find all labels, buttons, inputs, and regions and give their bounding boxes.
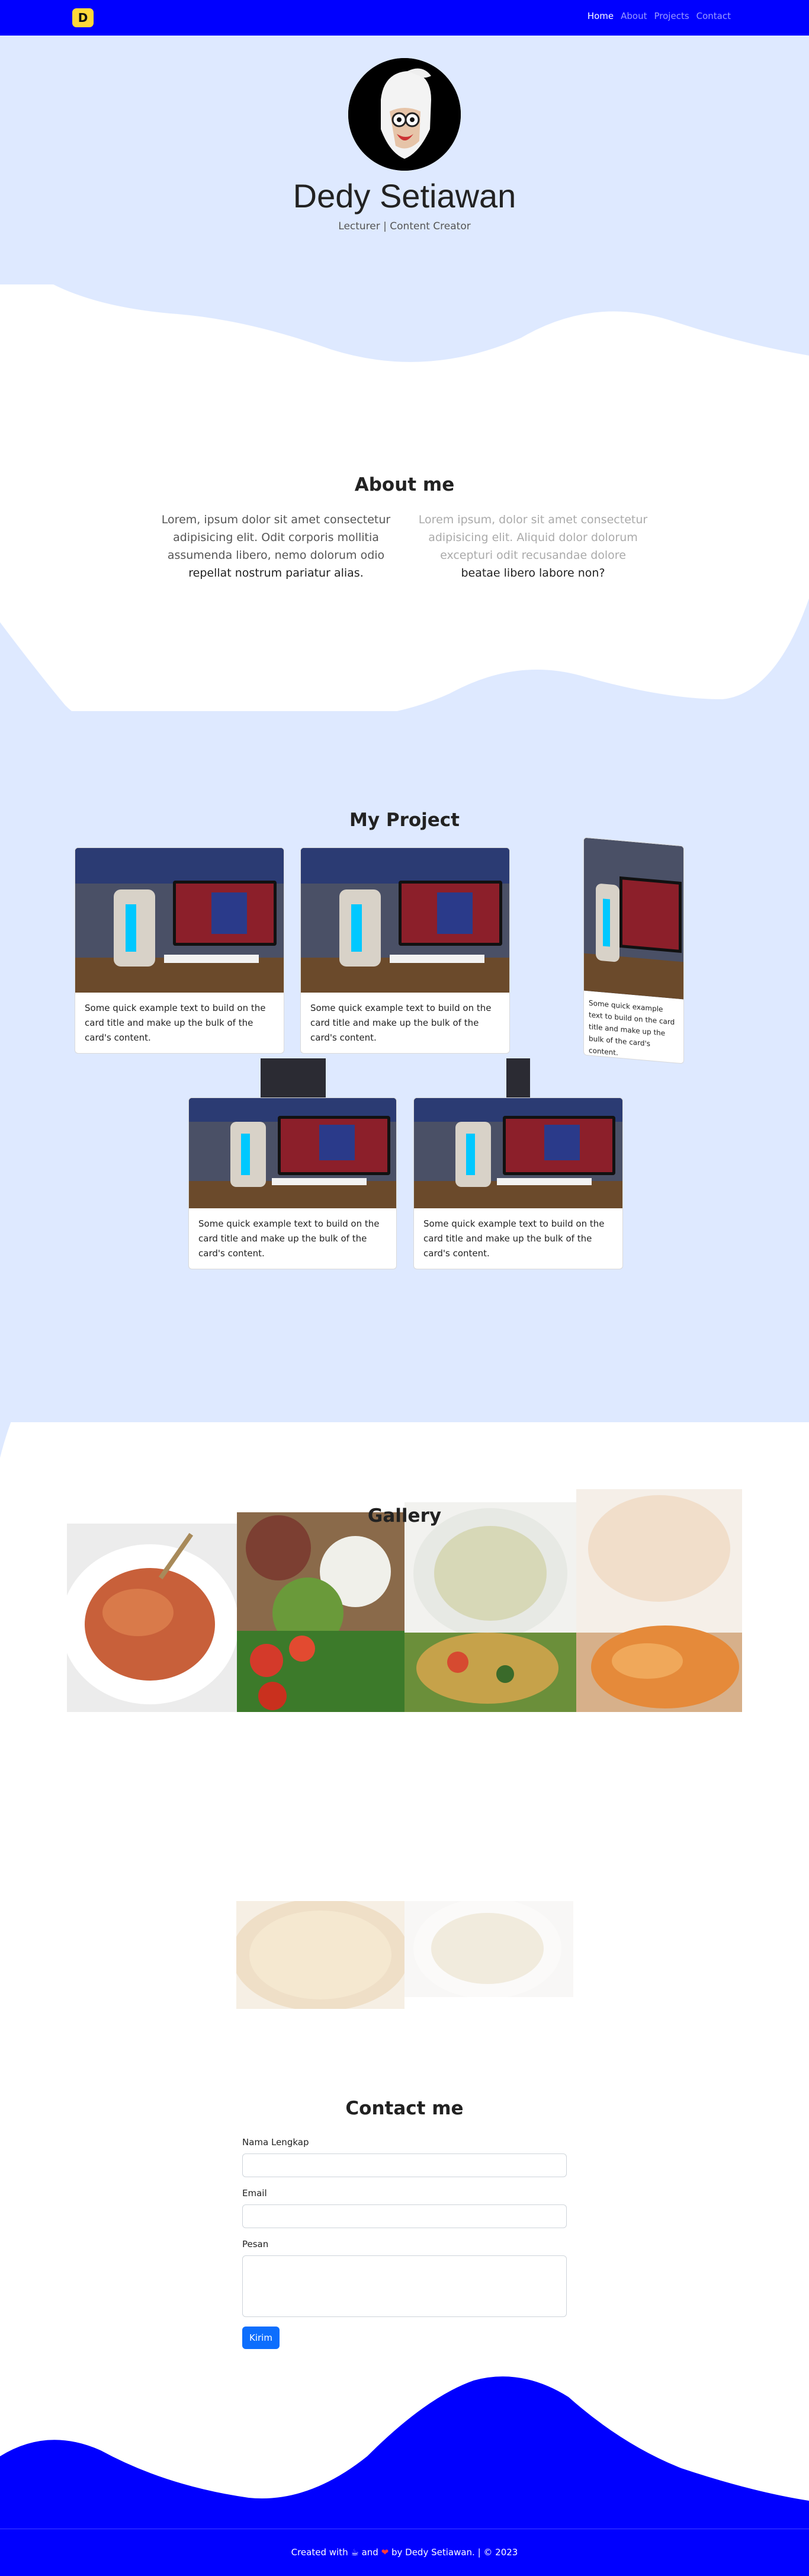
nav-contact-link[interactable]: Contact — [696, 11, 731, 21]
project-card-image — [75, 848, 284, 993]
hero-wave — [0, 279, 809, 362]
project-card[interactable]: Some quick example text to build on the … — [188, 1097, 397, 1269]
footer-by: by Dedy Setiawan. | © 2023 — [391, 2547, 518, 2558]
footer-wave — [0, 2376, 809, 2529]
about-left-body: Lorem, ipsum dolor sit amet consectetur … — [161, 513, 391, 562]
gallery-image-fusilli[interactable] — [404, 1502, 576, 1712]
name-input[interactable] — [242, 2153, 567, 2177]
heart-icon: ❤ — [381, 2547, 389, 2558]
footer-created: Created with — [291, 2547, 348, 2558]
email-label: Email — [242, 2188, 267, 2199]
name-label: Nama Lengkap — [242, 2137, 309, 2148]
hero-name: Dedy Setiawan — [293, 177, 516, 215]
project-card-text: Some quick example text to build on the … — [589, 999, 675, 1057]
nav-about-link[interactable]: About — [621, 11, 647, 21]
nav-projects-link[interactable]: Projects — [654, 11, 689, 21]
message-textarea[interactable] — [242, 2255, 567, 2317]
message-label: Pesan — [242, 2239, 269, 2249]
project-card-image — [584, 837, 683, 1000]
navbar: D Home About Projects Contact — [0, 0, 809, 36]
project-card-text: Some quick example text to build on the … — [310, 1003, 492, 1043]
gallery-title: Gallery — [367, 1505, 442, 1527]
project-card-image — [301, 848, 509, 993]
hero-subtitle: Lecturer | Content Creator — [338, 220, 471, 232]
project-card-text: Some quick example text to build on the … — [198, 1218, 380, 1259]
project-card-text: Some quick example text to build on the … — [423, 1218, 605, 1259]
gallery-image-salad[interactable] — [237, 1512, 404, 1712]
footer: Created with ☕ and ❤ by Dedy Setiawan. |… — [0, 2529, 809, 2576]
project-card[interactable]: Some quick example text to build on the … — [300, 847, 510, 1054]
hero-section: Dedy Setiawan Lecturer | Content Creator — [0, 36, 809, 284]
projects-title: My Project — [349, 809, 460, 831]
submit-button[interactable]: Kirim — [242, 2327, 280, 2349]
contact-title: Contact me — [345, 2098, 464, 2119]
project-card[interactable]: Some quick example text to build on the … — [75, 847, 284, 1054]
project-card[interactable]: Some quick example text to build on the … — [413, 1097, 623, 1269]
projects-wave — [0, 1327, 809, 1458]
about-left-strong: repellat nostrum pariatur alias. — [188, 567, 364, 580]
nav-links: Home About Projects Contact — [588, 11, 731, 21]
about-right-body: Lorem ipsum, dolor sit amet consectetur … — [418, 513, 648, 562]
about-right-strong: beatae libero labore non? — [461, 567, 605, 580]
nav-home-link[interactable]: Home — [588, 11, 614, 21]
gallery-image-pasta[interactable] — [67, 1524, 237, 1712]
about-title: About me — [354, 474, 455, 495]
brand-letter: D — [78, 11, 88, 25]
gallery-image-pizza[interactable] — [236, 1901, 404, 2009]
gallery-image-bowl[interactable] — [404, 1901, 573, 1997]
card-image-overflow — [261, 1058, 326, 1100]
profile-avatar — [348, 58, 461, 171]
about-wave — [0, 599, 809, 741]
footer-text: Created with ☕ and ❤ by Dedy Setiawan. |… — [0, 2547, 809, 2558]
project-card-image — [189, 1098, 396, 1208]
about-right-text: Lorem ipsum, dolor sit amet consectetur … — [415, 511, 651, 582]
project-card-text: Some quick example text to build on the … — [85, 1003, 266, 1043]
footer-and: and — [361, 2547, 378, 2558]
brand-logo[interactable]: D — [72, 8, 94, 27]
project-card-image — [414, 1098, 622, 1208]
about-left-text: Lorem, ipsum dolor sit amet consectetur … — [158, 511, 394, 582]
coffee-icon: ☕ — [351, 2547, 359, 2558]
card-image-overflow — [506, 1058, 530, 1100]
email-input[interactable] — [242, 2204, 567, 2228]
project-card[interactable]: Some quick example text to build on the … — [583, 837, 684, 1064]
